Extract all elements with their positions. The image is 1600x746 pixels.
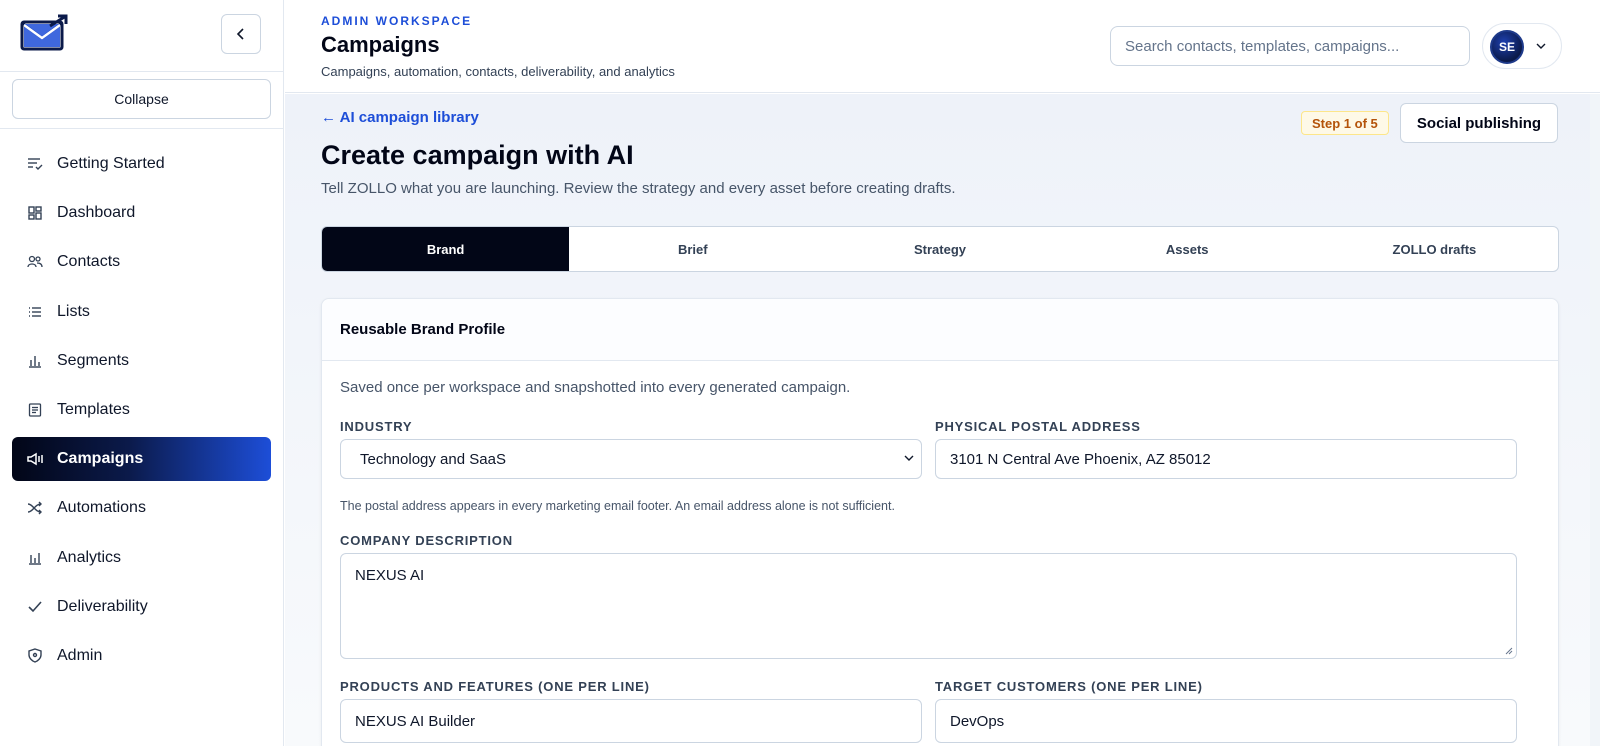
tab-brand[interactable]: Brand [322,227,570,271]
checklist-icon [27,156,43,172]
sidebar-item-label: Analytics [57,548,122,566]
tab-zollo-drafts[interactable]: ZOLLO drafts [1311,227,1558,271]
header-subtitle: Campaigns, automation, contacts, deliver… [321,64,675,79]
sidebar-divider [0,71,284,72]
check-icon [27,599,43,615]
postal-address-field[interactable]: 3101 N Central Ave Phoenix, AZ 85012 [935,439,1517,479]
sidebar-item-label: Lists [57,302,90,320]
sidebar-item-label: Deliverability [57,597,148,615]
sidebar-item-label: Templates [57,400,130,418]
workspace-eyebrow: ADMIN WORKSPACE [321,14,473,28]
sidebar-item-label: Campaigns [57,450,144,468]
sidebar-toggle-button[interactable] [221,14,261,54]
sidebar-item-contacts[interactable]: Contacts [12,240,271,284]
wizard-tabs: Brand Brief Strategy Assets ZOLLO drafts [321,226,1559,272]
industry-select[interactable]: Technology and SaaS [340,439,922,479]
company-description-value: NEXUS AI [355,567,425,584]
page-section-title: Campaigns [321,32,440,57]
sidebar-item-templates[interactable]: Templates [12,388,271,432]
brand-profile-card: Reusable Brand Profile Saved once per wo… [321,298,1559,746]
sidebar-item-automations[interactable]: Automations [12,486,271,530]
sidebar-item-dashboard[interactable]: Dashboard [12,191,271,235]
products-label: PRODUCTS AND FEATURES (ONE PER LINE) [340,679,650,694]
megaphone-icon [27,451,43,467]
analytics-icon [27,550,43,566]
sidebar-item-campaigns[interactable]: Campaigns [12,437,271,482]
scrollbar[interactable] [1590,94,1600,746]
address-help-text: The postal address appears in every mark… [340,499,895,513]
sidebar-nav: Getting Started Dashboard Contacts Lists… [12,142,271,683]
target-customers-label: TARGET CUSTOMERS (ONE PER LINE) [935,679,1203,694]
tab-assets[interactable]: Assets [1064,227,1311,271]
products-value: NEXUS AI Builder [355,712,476,730]
tab-strategy[interactable]: Strategy [816,227,1063,271]
card-description: Saved once per workspace and snapshotted… [340,379,851,396]
sidebar-item-analytics[interactable]: Analytics [12,536,271,580]
main-content: ← AI campaign library Step 1 of 5 Social… [285,94,1600,746]
postal-address-value: 3101 N Central Ave Phoenix, AZ 85012 [950,450,1211,468]
top-header: ADMIN WORKSPACE Campaigns Campaigns, aut… [285,0,1600,93]
target-customers-textarea[interactable]: DevOps [935,699,1517,743]
sidebar-item-admin[interactable]: Admin [12,634,271,678]
users-icon [27,254,43,270]
sidebar-divider [0,128,284,129]
postal-address-label: PHYSICAL POSTAL ADDRESS [935,419,1141,434]
social-publishing-button[interactable]: Social publishing [1400,103,1558,143]
resize-grip-icon[interactable] [1505,647,1513,655]
collapse-button[interactable]: Collapse [12,79,271,119]
sidebar-item-getting-started[interactable]: Getting Started [12,142,271,186]
industry-value: Technology and SaaS [360,450,506,468]
products-textarea[interactable]: NEXUS AI Builder [340,699,922,743]
chevron-down-icon [904,455,914,461]
sidebar-item-label: Admin [57,646,103,664]
list-icon [27,304,43,320]
sidebar-item-label: Automations [57,499,146,517]
sidebar-item-deliverability[interactable]: Deliverability [12,585,271,629]
envelope-logo-icon[interactable] [20,14,70,52]
sidebar-item-lists[interactable]: Lists [12,290,271,334]
sidebar: Collapse Getting Started Dashboard Conta… [0,0,284,746]
bar-chart-icon [27,353,43,369]
chevron-left-icon [236,28,244,40]
shield-icon [27,648,43,664]
company-description-label: COMPANY DESCRIPTION [340,533,513,548]
page-title: Create campaign with AI [321,140,634,170]
sidebar-item-label: Contacts [57,253,121,271]
sidebar-item-label: Getting Started [57,155,165,172]
back-to-library-link[interactable]: ← AI campaign library [321,109,479,126]
page-description: Tell ZOLLO what you are launching. Revie… [321,180,956,197]
document-icon [27,402,43,418]
industry-label: INDUSTRY [340,419,413,434]
sidebar-item-label: Dashboard [57,204,136,222]
user-menu-button[interactable]: SE [1482,23,1562,69]
target-customers-value: DevOps [950,712,1005,730]
search-input[interactable] [1110,26,1470,66]
step-badge: Step 1 of 5 [1301,111,1389,135]
dashboard-grid-icon [27,205,43,221]
chevron-down-icon [1536,43,1546,49]
shuffle-icon [27,500,43,516]
company-description-textarea[interactable]: NEXUS AI [340,553,1517,659]
sidebar-item-label: Segments [57,351,130,369]
sidebar-item-segments[interactable]: Segments [12,339,271,383]
tab-brief[interactable]: Brief [569,227,816,271]
avatar: SE [1490,30,1524,64]
card-title: Reusable Brand Profile [322,299,1558,361]
